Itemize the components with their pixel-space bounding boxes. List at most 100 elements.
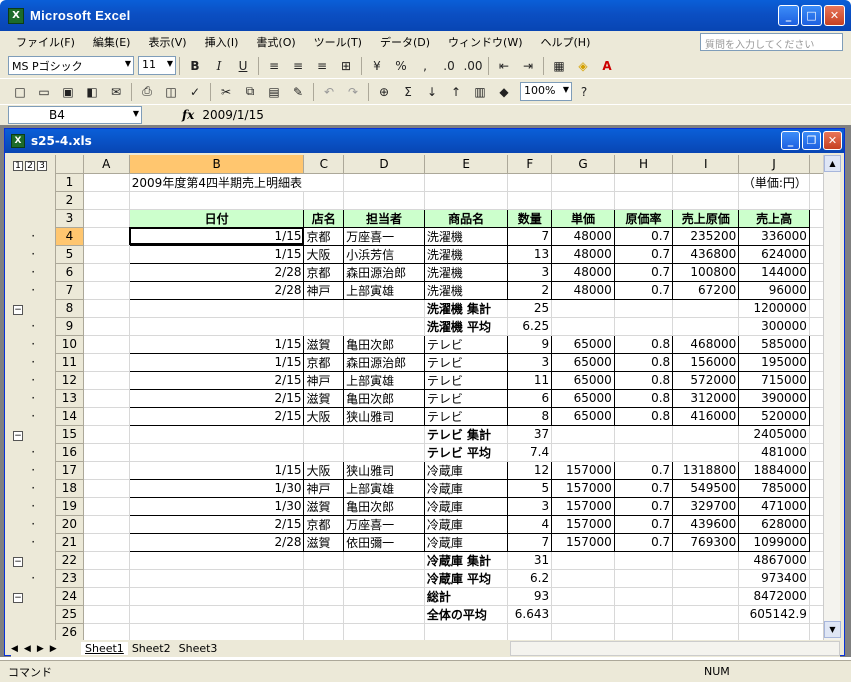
cell-h21[interactable]: 0.7 (613, 532, 674, 552)
increase-decimal-icon[interactable]: .0 (439, 56, 459, 76)
cell-i9[interactable] (672, 317, 740, 336)
row-header[interactable]: 8 (55, 299, 84, 318)
cut-icon[interactable]: ✂ (216, 82, 236, 102)
row-header[interactable]: 26 (55, 623, 84, 640)
cell-f22[interactable]: 31 (507, 551, 553, 570)
cell-g16[interactable] (551, 443, 615, 462)
maximize-button[interactable]: □ (801, 5, 822, 26)
new-icon[interactable]: □ (10, 82, 30, 102)
cell-a7[interactable] (83, 281, 130, 300)
cell-f14[interactable]: 8 (507, 406, 553, 426)
cell-c3[interactable]: 店名 (303, 208, 345, 228)
cell-b13[interactable]: 2/15 (128, 388, 305, 408)
row-header[interactable]: 11 (55, 353, 84, 372)
cell-b14[interactable]: 2/15 (128, 406, 305, 426)
cell-a10[interactable] (83, 335, 130, 354)
align-center-icon[interactable]: ≡ (288, 56, 308, 76)
cell-i21[interactable]: 769300 (672, 532, 740, 552)
cell-e12[interactable]: テレビ (423, 370, 509, 390)
column-header-b[interactable]: B (129, 155, 305, 174)
cell-j8[interactable]: 1200000 (738, 299, 810, 318)
cell-i25[interactable] (672, 605, 740, 624)
cell-i22[interactable] (672, 551, 740, 570)
spelling-icon[interactable]: ✓ (185, 82, 205, 102)
cell-d5[interactable]: 小浜芳信 (343, 244, 425, 264)
cell-d12[interactable]: 上部寅雄 (343, 370, 425, 390)
cell-j13[interactable]: 390000 (738, 388, 810, 408)
align-left-icon[interactable]: ≡ (264, 56, 284, 76)
cell-j14[interactable]: 520000 (738, 406, 810, 426)
row-header[interactable]: 10 (55, 335, 84, 354)
cell-a16[interactable] (83, 443, 130, 462)
cell-j1[interactable]: （単価:円） (738, 173, 810, 192)
cell-j22[interactable]: 4867000 (738, 551, 810, 570)
redo-icon[interactable]: ↷ (343, 82, 363, 102)
cell-i8[interactable] (672, 299, 740, 318)
column-header-h[interactable]: H (614, 155, 674, 174)
cell-b9[interactable] (129, 317, 305, 336)
cell-d26[interactable] (343, 623, 425, 640)
cell-e5[interactable]: 洗濯機 (423, 244, 509, 264)
increase-indent-icon[interactable]: ⇥ (518, 56, 538, 76)
cell-h6[interactable]: 0.7 (613, 262, 674, 282)
cell-b5[interactable]: 1/15 (128, 244, 305, 264)
cell-f9[interactable]: 6.25 (507, 317, 553, 336)
cell-i14[interactable]: 416000 (672, 406, 740, 426)
cell-g21[interactable]: 157000 (551, 532, 615, 552)
cell-a13[interactable] (83, 389, 130, 408)
cell-h26[interactable] (614, 623, 674, 640)
cell-a23[interactable] (83, 569, 130, 588)
zoom-select[interactable]: 100% ▼ (520, 82, 572, 101)
cell-a3[interactable] (83, 209, 130, 228)
cell-c26[interactable] (303, 623, 345, 640)
decrease-decimal-icon[interactable]: .00 (463, 56, 483, 76)
cell-i7[interactable]: 67200 (672, 280, 740, 300)
cell-i23[interactable] (672, 569, 740, 588)
cell-d10[interactable]: 亀田次郎 (343, 334, 425, 354)
cell-b17[interactable]: 1/15 (128, 460, 305, 480)
cell-e23[interactable]: 冷蔵庫 平均 (424, 569, 509, 588)
cell-c8[interactable] (303, 299, 345, 318)
cell-j3[interactable]: 売上高 (738, 208, 810, 228)
merge-center-icon[interactable]: ⊞ (336, 56, 356, 76)
cell-b23[interactable] (129, 569, 305, 588)
cell-d3[interactable]: 担当者 (343, 208, 425, 228)
cell-e8[interactable]: 洗濯機 集計 (424, 299, 509, 318)
cell-e17[interactable]: 冷蔵庫 (423, 460, 509, 480)
cell-g20[interactable]: 157000 (551, 514, 615, 534)
cell-i5[interactable]: 436800 (672, 244, 740, 264)
cell-b19[interactable]: 1/30 (128, 496, 305, 516)
cell-j2[interactable] (738, 191, 810, 210)
cell-h17[interactable]: 0.7 (613, 460, 674, 480)
cell-a19[interactable] (83, 497, 130, 516)
cell-g3[interactable]: 単価 (551, 208, 615, 228)
cell-h14[interactable]: 0.8 (613, 406, 674, 426)
row-header[interactable]: 25 (55, 605, 84, 624)
cell-g8[interactable] (551, 299, 615, 318)
copy-icon[interactable]: ⧉ (240, 82, 260, 102)
column-header-i[interactable]: I (672, 155, 740, 174)
cell-a15[interactable] (83, 425, 130, 444)
cell-b18[interactable]: 1/30 (128, 478, 305, 498)
cell-j7[interactable]: 96000 (738, 280, 810, 300)
cell-e6[interactable]: 洗濯機 (423, 262, 509, 282)
help-search-input[interactable]: 質問を入力してください (700, 33, 843, 51)
cell-d8[interactable] (343, 299, 425, 318)
cell-a14[interactable] (83, 407, 130, 426)
cell-e3[interactable]: 商品名 (423, 208, 509, 228)
row-header[interactable]: 3 (55, 209, 84, 228)
menu-view[interactable]: 表示(V) (148, 34, 186, 50)
tab-scroll-icon[interactable]: ◀◀▶▶ (11, 644, 81, 654)
cell-h3[interactable]: 原価率 (613, 208, 674, 228)
row-header[interactable]: 1 (55, 173, 84, 192)
cell-e22[interactable]: 冷蔵庫 集計 (424, 551, 509, 570)
cell-d19[interactable]: 亀田次郎 (343, 496, 425, 516)
open-icon[interactable]: ▭ (34, 82, 54, 102)
row-header[interactable]: 9 (55, 317, 84, 336)
cell-c10[interactable]: 滋賀 (303, 334, 345, 354)
row-header[interactable]: 2 (55, 191, 84, 210)
cell-b12[interactable]: 2/15 (128, 370, 305, 390)
cell-c17[interactable]: 大阪 (303, 460, 345, 480)
cell-h12[interactable]: 0.8 (613, 370, 674, 390)
tab-sheet1[interactable]: Sheet1 (81, 642, 128, 655)
